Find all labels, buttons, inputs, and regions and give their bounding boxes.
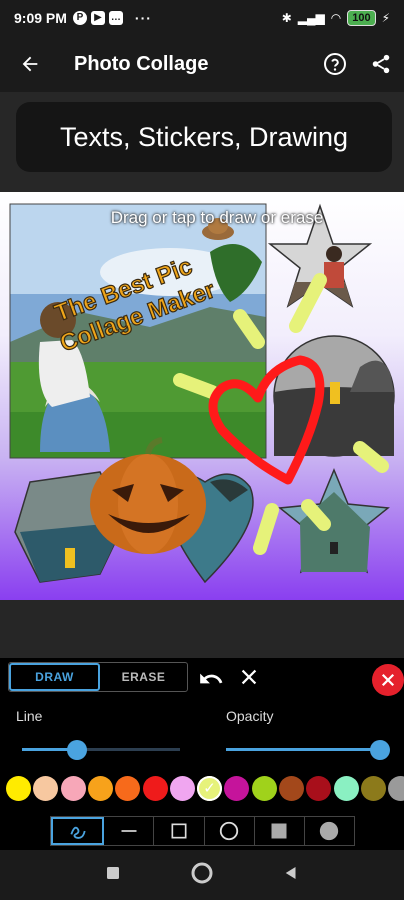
- drawing-canvas[interactable]: The Best Pic Collage Maker Drag or tap t…: [0, 192, 404, 600]
- circle-outline-icon: [219, 821, 239, 841]
- feature-banner: Texts, Stickers, Drawing: [16, 102, 392, 172]
- signal-icon: ▂▄▆: [297, 11, 325, 25]
- collage-artwork: The Best Pic Collage Maker: [9, 203, 395, 584]
- color-swatch[interactable]: [333, 776, 359, 801]
- color-swatch[interactable]: [224, 776, 250, 801]
- help-icon: [324, 53, 346, 75]
- home-button[interactable]: [190, 861, 214, 890]
- draw-tab[interactable]: DRAW: [9, 663, 100, 691]
- color-swatch[interactable]: [60, 776, 86, 801]
- home-circle-icon: [191, 862, 213, 883]
- color-swatch[interactable]: [33, 776, 59, 801]
- line-tool[interactable]: [104, 817, 155, 845]
- color-swatch[interactable]: [115, 776, 141, 801]
- close-icon: [241, 669, 257, 685]
- color-swatch[interactable]: [388, 776, 404, 801]
- erase-tab[interactable]: ERASE: [100, 663, 187, 691]
- canvas-bottom-spacer: [0, 600, 404, 658]
- collage-photo-circle[interactable]: [273, 335, 395, 457]
- collage-photo-star-bottom[interactable]: [278, 468, 390, 574]
- youtube-icon: ▶: [90, 11, 105, 25]
- battery-icon: 100: [347, 10, 376, 26]
- clear-button[interactable]: [238, 666, 266, 692]
- circle-filled-icon: [320, 821, 339, 841]
- charging-icon: ⚡: [381, 11, 390, 25]
- help-button[interactable]: [312, 36, 358, 92]
- drawing-panel: DRAW ERASE Line Opacity ✓: [0, 658, 404, 850]
- opacity-label: Opacity: [226, 708, 274, 724]
- shape-toolbar: [50, 816, 355, 846]
- system-nav-bar: [0, 850, 404, 900]
- line-icon: [121, 830, 137, 832]
- undo-icon: [200, 673, 223, 684]
- notification-icon: P: [72, 11, 87, 25]
- back-button[interactable]: [0, 36, 60, 92]
- color-swatch[interactable]: [279, 776, 304, 801]
- share-button[interactable]: [358, 36, 404, 92]
- line-label: Line: [16, 708, 43, 724]
- color-swatch[interactable]: [251, 776, 277, 801]
- color-swatch[interactable]: [87, 776, 113, 801]
- status-bar: 9:09 PM P ▶ … ··· ✱ ▂▄▆ ◠ 100 ⚡: [0, 0, 404, 36]
- filled-circle-tool[interactable]: [305, 817, 354, 845]
- close-drawing-button[interactable]: [372, 664, 404, 696]
- back-nav-button[interactable]: [282, 864, 300, 887]
- freehand-tool[interactable]: [51, 817, 105, 845]
- message-icon: …: [108, 11, 123, 25]
- more-notifications-icon: ···: [134, 10, 152, 26]
- slider-thumb[interactable]: [67, 740, 88, 760]
- freehand-icon: [70, 826, 86, 839]
- color-swatch[interactable]: [306, 776, 332, 801]
- draw-erase-toggle: DRAW ERASE: [8, 662, 188, 692]
- color-swatch[interactable]: [6, 776, 31, 801]
- check-icon: ✓: [203, 780, 216, 797]
- close-icon: [381, 673, 395, 687]
- share-icon: [372, 54, 390, 74]
- circle-tool[interactable]: [205, 817, 255, 845]
- bluetooth-icon: ✱: [281, 11, 292, 25]
- color-palette: ✓: [0, 776, 404, 802]
- rectangle-filled-icon: [271, 823, 287, 839]
- filled-rectangle-tool[interactable]: [255, 817, 305, 845]
- color-swatch[interactable]: [142, 776, 168, 801]
- color-swatch[interactable]: [360, 776, 386, 801]
- status-time: 9:09 PM: [14, 10, 67, 26]
- slider-thumb[interactable]: [370, 740, 390, 760]
- page-title: Photo Collage: [74, 52, 209, 75]
- opacity-slider[interactable]: [226, 740, 390, 760]
- canvas-hint: Drag or tap to draw or erase: [110, 208, 324, 227]
- arrow-left-icon: [22, 56, 38, 72]
- undo-button[interactable]: [198, 666, 228, 692]
- rectangle-outline-icon: [171, 823, 187, 839]
- color-swatch[interactable]: ✓: [197, 776, 223, 801]
- color-swatch[interactable]: [169, 776, 195, 801]
- wifi-icon: ◠: [330, 11, 342, 25]
- banner-area: Texts, Stickers, Drawing: [0, 92, 404, 192]
- recents-button[interactable]: [104, 864, 122, 887]
- rectangle-tool[interactable]: [154, 817, 205, 845]
- line-width-slider[interactable]: [22, 740, 180, 760]
- app-bar: Photo Collage: [0, 36, 404, 92]
- triangle-back-icon: [285, 866, 296, 879]
- square-icon: [107, 866, 119, 879]
